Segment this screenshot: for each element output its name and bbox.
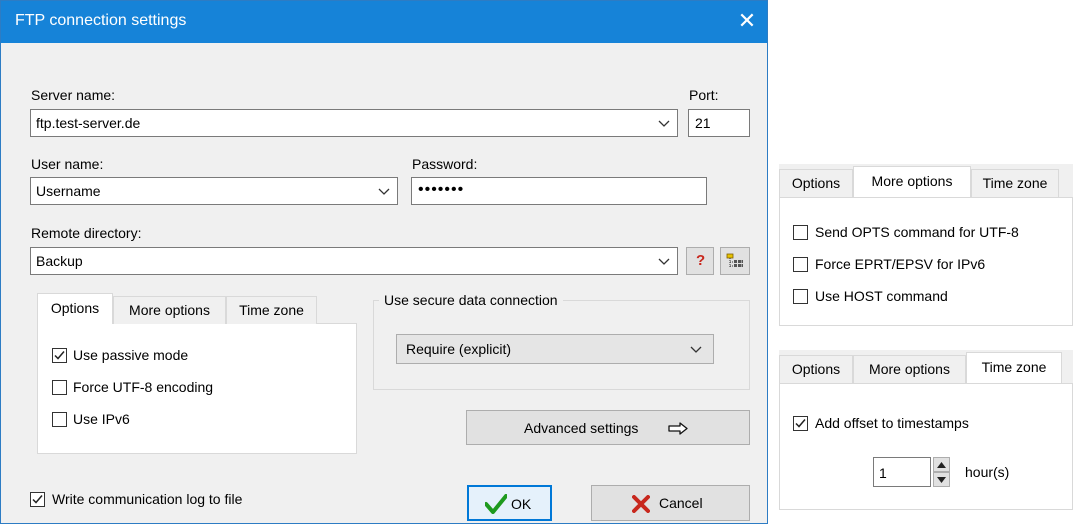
password-value: ••••••• [418, 181, 465, 198]
use-ipv6-checkbox[interactable] [52, 412, 67, 427]
close-icon[interactable]: ✕ [736, 9, 758, 33]
ok-label: OK [511, 496, 532, 512]
send-opts-label: Send OPTS command for UTF-8 [815, 224, 1019, 240]
tab-more-options[interactable]: More options [113, 296, 226, 324]
checkmark-icon [32, 495, 43, 504]
use-host-label: Use HOST command [815, 288, 948, 304]
password-label: Password: [412, 156, 478, 172]
secure-connection-select[interactable]: Require (explicit) [396, 334, 714, 364]
ok-button[interactable]: OK [467, 485, 552, 521]
use-passive-mode-label: Use passive mode [73, 347, 189, 363]
hours-unit-label: hour(s) [965, 464, 1010, 480]
tab-time-zone[interactable]: Time zone [966, 352, 1062, 383]
tab-options[interactable]: Options [779, 355, 853, 383]
tab-time-zone[interactable]: Time zone [971, 169, 1059, 197]
password-input[interactable]: ••••••• [411, 177, 707, 205]
checkmark-icon [54, 351, 65, 360]
arrow-right-icon [668, 422, 688, 435]
chevron-down-icon [658, 120, 670, 127]
checkmark-icon [795, 419, 806, 428]
offset-hours-input[interactable]: 1 [873, 457, 931, 487]
time-zone-tab-panel [779, 383, 1073, 510]
tab-more-options[interactable]: More options [853, 355, 966, 383]
offset-hours-value: 1 [879, 465, 887, 481]
tab-more-options[interactable]: More options [853, 166, 971, 197]
triangle-up-icon [937, 462, 946, 468]
title-bar: FTP connection settings ✕ [1, 1, 767, 43]
secure-connection-group-label: Use secure data connection [379, 292, 563, 308]
more-options-preview: Options More options Time zone Send OPTS… [779, 164, 1073, 326]
chevron-down-icon [658, 258, 670, 265]
check-icon [485, 494, 507, 514]
advanced-settings-label: Advanced settings [524, 420, 639, 436]
force-eprt-checkbox[interactable] [793, 257, 808, 272]
secure-connection-value: Require (explicit) [406, 341, 512, 357]
use-ipv6-label: Use IPv6 [73, 411, 130, 427]
cancel-label: Cancel [659, 495, 703, 511]
force-eprt-label: Force EPRT/EPSV for IPv6 [815, 256, 986, 272]
question-icon: ? [696, 252, 706, 269]
port-value: 21 [695, 115, 711, 131]
remote-directory-label: Remote directory: [31, 225, 142, 241]
advanced-settings-button[interactable]: Advanced settings [466, 410, 750, 445]
chevron-down-icon [690, 346, 702, 353]
remote-directory-value: Backup [36, 253, 83, 269]
close-x-icon [632, 495, 650, 513]
folder-tree-icon [726, 253, 743, 268]
ftp-settings-dialog: FTP connection settings ✕ Server name: f… [0, 0, 768, 524]
server-name-value: ftp.test-server.de [36, 115, 141, 131]
dialog-title: FTP connection settings [15, 12, 187, 29]
cancel-button[interactable]: Cancel [591, 485, 750, 521]
user-name-value: Username [36, 183, 101, 199]
tab-options[interactable]: Options [37, 293, 113, 324]
user-name-combo[interactable]: Username [30, 177, 398, 205]
force-utf8-checkbox[interactable] [52, 380, 67, 395]
send-opts-checkbox[interactable] [793, 225, 808, 240]
server-name-label: Server name: [31, 87, 116, 103]
offset-stepper[interactable] [933, 457, 950, 487]
port-label: Port: [689, 87, 719, 103]
add-offset-checkbox[interactable] [793, 416, 808, 431]
user-name-label: User name: [31, 156, 104, 172]
stepper-up-button[interactable] [933, 457, 950, 472]
use-host-checkbox[interactable] [793, 289, 808, 304]
tab-options[interactable]: Options [779, 169, 853, 197]
triangle-down-icon [937, 477, 946, 483]
port-input[interactable]: 21 [688, 109, 750, 137]
add-offset-label: Add offset to timestamps [815, 415, 969, 431]
write-log-label: Write communication log to file [52, 491, 243, 507]
stepper-down-button[interactable] [933, 472, 950, 487]
time-zone-preview: Options More options Time zone Add offse… [779, 350, 1073, 510]
use-passive-mode-checkbox[interactable] [52, 348, 67, 363]
help-button[interactable]: ? [686, 247, 714, 275]
remote-directory-combo[interactable]: Backup [30, 247, 678, 275]
server-name-combo[interactable]: ftp.test-server.de [30, 109, 678, 137]
write-log-checkbox[interactable] [30, 492, 45, 507]
tab-time-zone[interactable]: Time zone [226, 296, 317, 324]
chevron-down-icon [378, 188, 390, 195]
force-utf8-label: Force UTF-8 encoding [73, 379, 214, 395]
browse-directory-button[interactable] [720, 247, 750, 275]
